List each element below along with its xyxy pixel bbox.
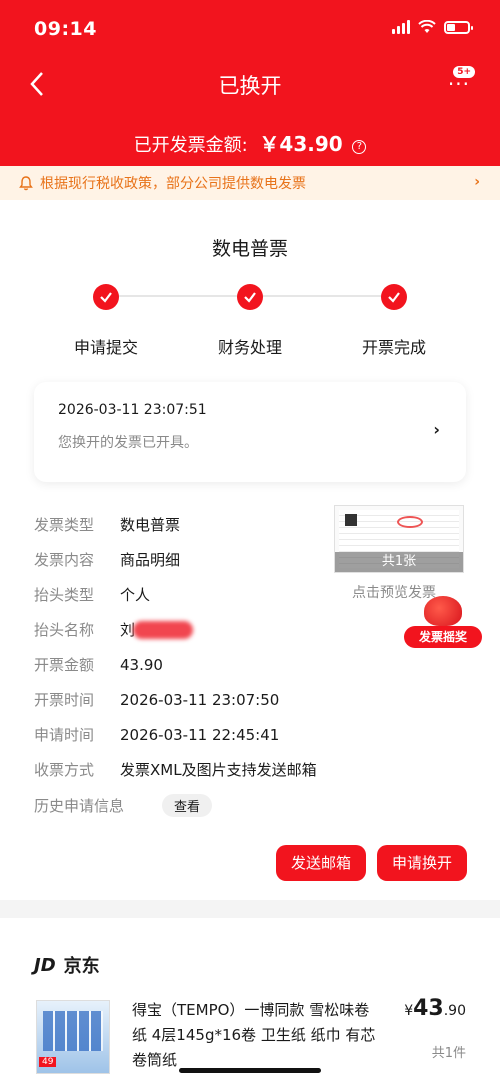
wifi-icon [418, 20, 436, 33]
invoice-preview-thumbnail[interactable]: 共1张 [334, 505, 464, 573]
detail-value: 个人 [120, 586, 151, 604]
chevron-right-icon: › [433, 420, 440, 439]
notification-badge: 5+ [453, 66, 475, 78]
notice-text: 根据现行税收政策，部分公司提供数电发票 [40, 176, 306, 192]
detail-value: 2026-03-11 23:07:50 [120, 690, 280, 709]
detail-row: 抬头类型 个人 [34, 584, 150, 605]
detail-key: 开票金额 [34, 656, 95, 674]
detail-row: 抬头名称 刘 [34, 619, 194, 640]
price-int: 43 [413, 996, 444, 1021]
detail-key: 开票时间 [34, 691, 95, 709]
step-check-icon [93, 284, 119, 310]
detail-key: 发票类型 [34, 516, 95, 534]
status-time-stamp: 2026-03-11 23:07:51 [58, 402, 207, 418]
lottery-label: 发票摇奖 [404, 626, 482, 648]
invoice-status-card[interactable]: 2026-03-11 23:07:51 您换开的发票已开具。 › [34, 382, 466, 482]
step-label-processing: 财务处理 [217, 338, 282, 357]
detail-row: 历史申请信息 查看 [34, 794, 213, 817]
detail-key: 抬头类型 [34, 586, 95, 604]
page-title: 已换开 [218, 74, 282, 98]
detail-key: 收票方式 [34, 761, 95, 779]
help-icon[interactable]: ? [352, 140, 367, 154]
product-image[interactable]: 49 [36, 1000, 110, 1074]
battery-icon [444, 20, 473, 34]
step-label-complete: 开票完成 [361, 338, 426, 357]
step-check-icon [237, 284, 263, 310]
detail-row: 开票时间 2026-03-11 23:07:50 [34, 689, 279, 710]
amount-value: ￥43.90 [259, 132, 343, 156]
header: 09:14 已换开 ··· 5+ 已开发票金额: ￥43.90 ? [0, 0, 500, 170]
detail-key: 历史申请信息 [34, 797, 125, 815]
amount-label: 已开发票金额: [133, 135, 248, 156]
order-product-card[interactable]: JD 京东 49 得宝（TEMPO）一博同款 雪松味卷纸 4层145g*16卷 … [0, 918, 500, 1081]
status-icons [392, 20, 473, 34]
chevron-right-icon: › [474, 174, 480, 190]
detail-row: 发票内容 商品明细 [34, 549, 180, 570]
preview-count: 共1张 [335, 552, 463, 572]
signal-icon [392, 20, 410, 34]
detail-value: 发票XML及图片支持发送邮箱 [120, 761, 317, 779]
invoice-lottery-button[interactable]: 发票摇奖 [404, 596, 482, 650]
detail-value: 43.90 [120, 655, 163, 674]
status-time: 09:14 [34, 18, 97, 40]
product-count: 共1件 [431, 1046, 466, 1061]
product-package [43, 1011, 103, 1051]
send-email-button[interactable]: 发送邮箱 [276, 845, 366, 881]
detail-row: 发票类型 数电普票 [34, 514, 180, 535]
lottery-hat-icon [424, 596, 462, 626]
jd-logo-icon: JD [34, 954, 56, 976]
product-name[interactable]: 得宝（TEMPO）一博同款 雪松味卷纸 4层145g*16卷 卫生纸 纸巾 有芯… [132, 998, 380, 1073]
apply-exchange-button[interactable]: 申请换开 [377, 845, 467, 881]
redacted-name [133, 620, 194, 639]
tax-policy-notice[interactable]: 根据现行税收政策，部分公司提供数电发票 › [0, 166, 500, 200]
shop-name: JD 京东 [34, 952, 100, 978]
invoice-type-title: 数电普票 [211, 238, 288, 260]
detail-value: 商品明细 [120, 551, 181, 569]
stamp-icon [397, 516, 423, 528]
detail-key: 发票内容 [34, 551, 95, 569]
product-price: ¥43.90 [404, 996, 466, 1021]
bell-icon [19, 176, 33, 191]
status-message: 您换开的发票已开具。 [58, 435, 198, 451]
detail-row: 申请时间 2026-03-11 22:45:41 [34, 724, 279, 745]
detail-row: 开票金额 43.90 [34, 654, 163, 675]
shop-label: 京东 [63, 956, 100, 977]
view-history-button[interactable]: 查看 [162, 794, 213, 817]
step-check-icon [381, 284, 407, 310]
detail-key: 申请时间 [34, 726, 95, 744]
price-symbol: ¥ [404, 1003, 414, 1019]
step-label-submit: 申请提交 [73, 338, 138, 357]
invoice-amount-line: 已开发票金额: ￥43.90 ? [0, 128, 500, 157]
detail-key: 抬头名称 [34, 621, 95, 639]
detail-value: 2026-03-11 22:45:41 [120, 725, 280, 744]
price-decimal: .90 [443, 1003, 466, 1019]
thumb-price-tag: 49 [39, 1057, 57, 1067]
qr-code-icon [345, 514, 357, 526]
home-indicator [179, 1068, 321, 1073]
detail-row: 收票方式 发票XML及图片支持发送邮箱 [34, 759, 317, 780]
detail-value: 数电普票 [120, 516, 181, 534]
invoice-detail-card: 数电普票 申请提交 财务处理 开票完成 2026-03-11 23:07:51 … [0, 200, 500, 900]
